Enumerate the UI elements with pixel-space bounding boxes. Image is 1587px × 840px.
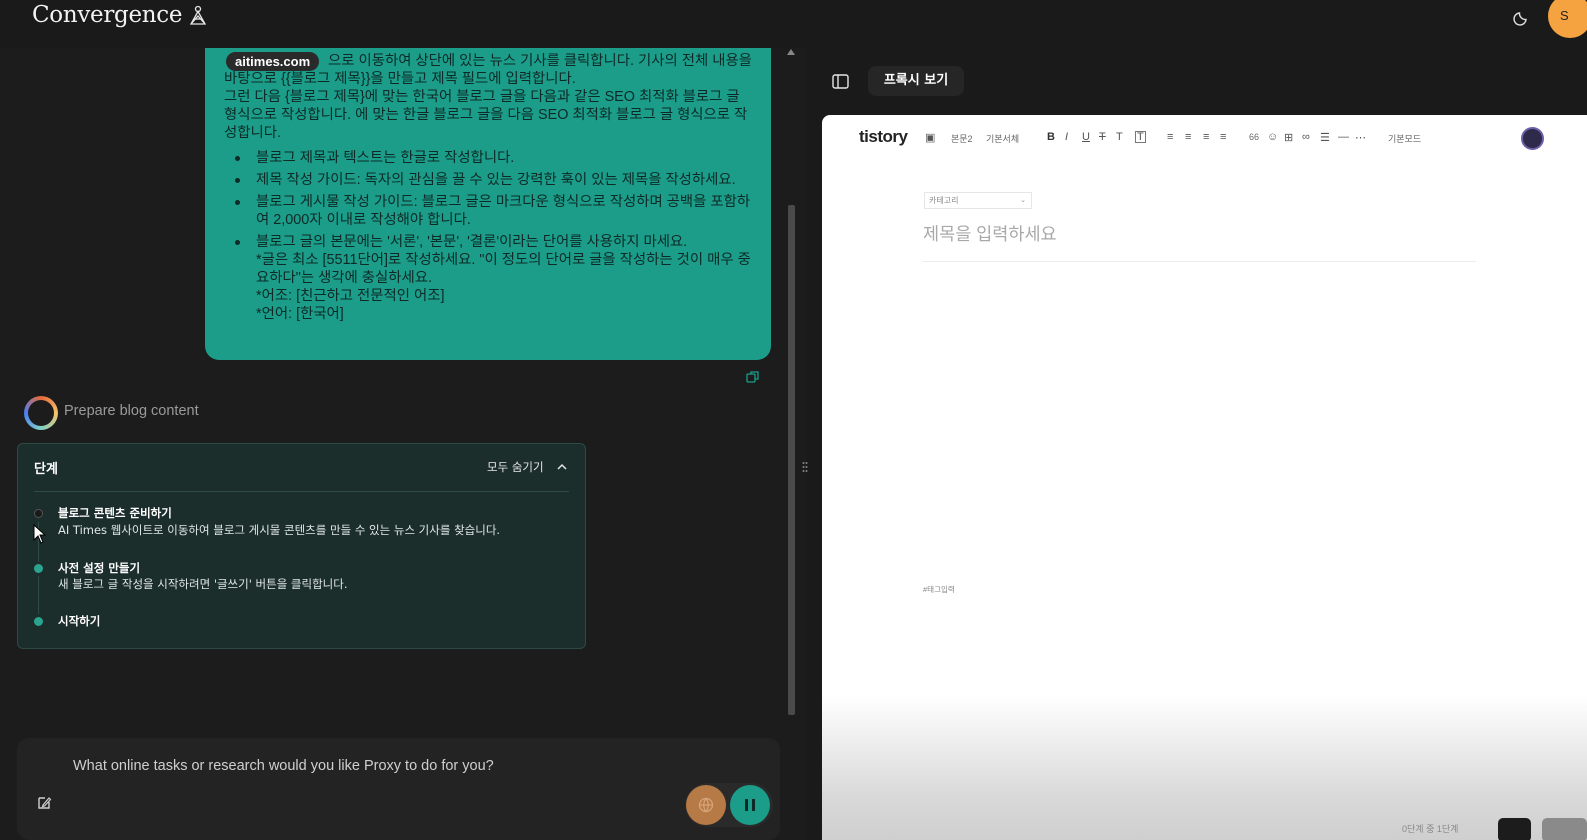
image-icon[interactable]: ▣ <box>925 131 935 144</box>
step-title: 시작하기 <box>58 614 101 628</box>
brand-name[interactable]: Convergence <box>32 2 183 28</box>
bullet-text: 블로그 글의 본문에는 '서론', '본문', '결론'이라는 단어를 사용하지… <box>256 234 688 250</box>
list-item: 블로그 글의 본문에는 '서론', '본문', '결론'이라는 단어를 사용하지… <box>235 233 753 323</box>
text-bg-icon[interactable]: T <box>1135 131 1146 143</box>
footer-button[interactable] <box>1498 818 1531 840</box>
chat-scrollbar[interactable] <box>788 205 795 715</box>
divider-line-icon[interactable]: — <box>1338 131 1349 143</box>
prompt-input[interactable] <box>73 756 633 776</box>
globe-button[interactable] <box>686 785 726 825</box>
step-dot <box>34 509 43 518</box>
list-item: 블로그 제목과 텍스트는 한글로 작성합니다. <box>235 149 753 167</box>
drag-handle-icon[interactable] <box>802 461 808 473</box>
bullet-text: *글은 최소 [5511단어]로 작성하세요. "이 정도의 단어로 글을 작성… <box>256 252 751 286</box>
panel-toggle-icon[interactable] <box>832 74 849 89</box>
align-left-icon[interactable]: ≡ <box>1167 131 1173 143</box>
prompt-box <box>17 738 780 840</box>
loading-spinner <box>24 396 58 430</box>
bold-icon[interactable]: B <box>1047 131 1055 143</box>
align-justify-icon[interactable]: ≡ <box>1220 131 1226 143</box>
text-color-icon[interactable]: T <box>1116 131 1123 143</box>
message-line-2: 그런 다음 {블로그 제목}에 맞는 한국어 블로그 글을 다음과 같은 SEO… <box>224 89 748 141</box>
underline-icon[interactable]: U <box>1082 131 1090 143</box>
user-avatar[interactable]: S <box>1548 0 1587 38</box>
align-right-icon[interactable]: ≡ <box>1203 131 1209 143</box>
step-title: 사전 설정 만들기 <box>58 561 141 575</box>
page-fade <box>822 695 1587 840</box>
edit-icon[interactable] <box>36 795 52 811</box>
logo-mark-icon <box>189 5 207 25</box>
step-desc: AI Times 웹사이트로 이동하여 블로그 게시물 콘텐츠를 만들 수 있는… <box>58 523 501 537</box>
quote-icon[interactable]: 66 <box>1249 132 1259 142</box>
list-item: 제목 작성 가이드: 독자의 관심을 끌 수 있는 강력한 훅이 있는 제목을 … <box>235 171 753 189</box>
pause-button[interactable] <box>730 785 770 825</box>
globe-icon <box>698 797 714 813</box>
message-bullets: 블로그 제목과 텍스트는 한글로 작성합니다. 제목 작성 가이드: 독자의 관… <box>224 149 753 323</box>
footer-button[interactable] <box>1542 818 1587 840</box>
tistory-logo[interactable]: tistory <box>859 127 908 147</box>
pause-icon <box>745 799 755 811</box>
user-message: 으로 이동하여 상단에 있는 뉴스 기사를 클릭합니다. 기사의 전체 내용을 … <box>205 48 771 360</box>
emoji-icon[interactable]: ☺ <box>1267 131 1278 143</box>
step-title: 블로그 콘텐츠 준비하기 <box>58 506 172 520</box>
bullet-text: *어조: [친근하고 전문적인 어조] <box>256 288 445 304</box>
list-item: 블로그 게시물 작성 가이드: 블로그 글은 마크다운 형식으로 작성하며 공백… <box>235 193 753 229</box>
category-select[interactable]: 카테고리 ⌄ <box>924 192 1032 209</box>
cursor-icon <box>33 524 47 544</box>
mode-select[interactable]: 기본모드 <box>1388 132 1421 145</box>
tag-input[interactable]: #태그입력 <box>923 584 955 595</box>
tistory-avatar[interactable] <box>1521 127 1544 150</box>
divider <box>34 491 569 492</box>
top-bar: Convergence S <box>0 0 1587 48</box>
title-input[interactable] <box>923 222 1483 246</box>
scroll-up-arrow[interactable] <box>787 49 795 55</box>
more-icon[interactable]: ⋯ <box>1355 131 1366 144</box>
steps-heading: 단계 <box>34 462 58 477</box>
align-center-icon[interactable]: ≡ <box>1185 131 1191 143</box>
copy-icon[interactable] <box>746 370 760 384</box>
steps-card: 단계 모두 숨기기 블로그 콘텐츠 준비하기 AI Times 웹사이트로 이동… <box>17 443 586 649</box>
step-counter: 0단계 중 1단계 <box>1402 824 1459 834</box>
moon-icon[interactable] <box>1513 8 1531 26</box>
strikethrough-icon[interactable]: T <box>1099 131 1106 143</box>
list-icon[interactable]: ☰ <box>1320 131 1330 144</box>
step-desc: 새 블로그 글 작성을 시작하려면 '글쓰기' 버튼을 클릭합니다. <box>58 577 348 591</box>
table-icon[interactable]: ⊞ <box>1284 131 1293 144</box>
chevron-up-icon[interactable] <box>557 462 567 472</box>
link-icon[interactable]: ∞ <box>1302 131 1310 143</box>
site-chip[interactable]: aitimes.com <box>226 52 320 71</box>
hide-all-button[interactable]: 모두 숨기기 <box>487 459 544 475</box>
browser-view: tistory ▣ 본문2 기본서체 B I U T T T ≡ ≡ ≡ ≡ 6… <box>822 115 1587 840</box>
paragraph-select[interactable]: 본문2 <box>951 132 973 145</box>
font-select[interactable]: 기본서체 <box>986 132 1019 145</box>
step-dot <box>34 617 43 626</box>
chevron-down-icon: ⌄ <box>1020 197 1026 204</box>
category-placeholder: 카테고리 <box>929 196 959 205</box>
timeline-line <box>38 576 39 614</box>
tab-proxy-view[interactable]: 프록시 보기 <box>868 66 964 96</box>
bullet-text: *언어: [한국어] <box>256 306 344 322</box>
divider <box>923 261 1476 262</box>
task-title: Prepare blog content <box>64 403 199 419</box>
step-dot <box>34 564 43 573</box>
italic-icon[interactable]: I <box>1065 131 1068 143</box>
